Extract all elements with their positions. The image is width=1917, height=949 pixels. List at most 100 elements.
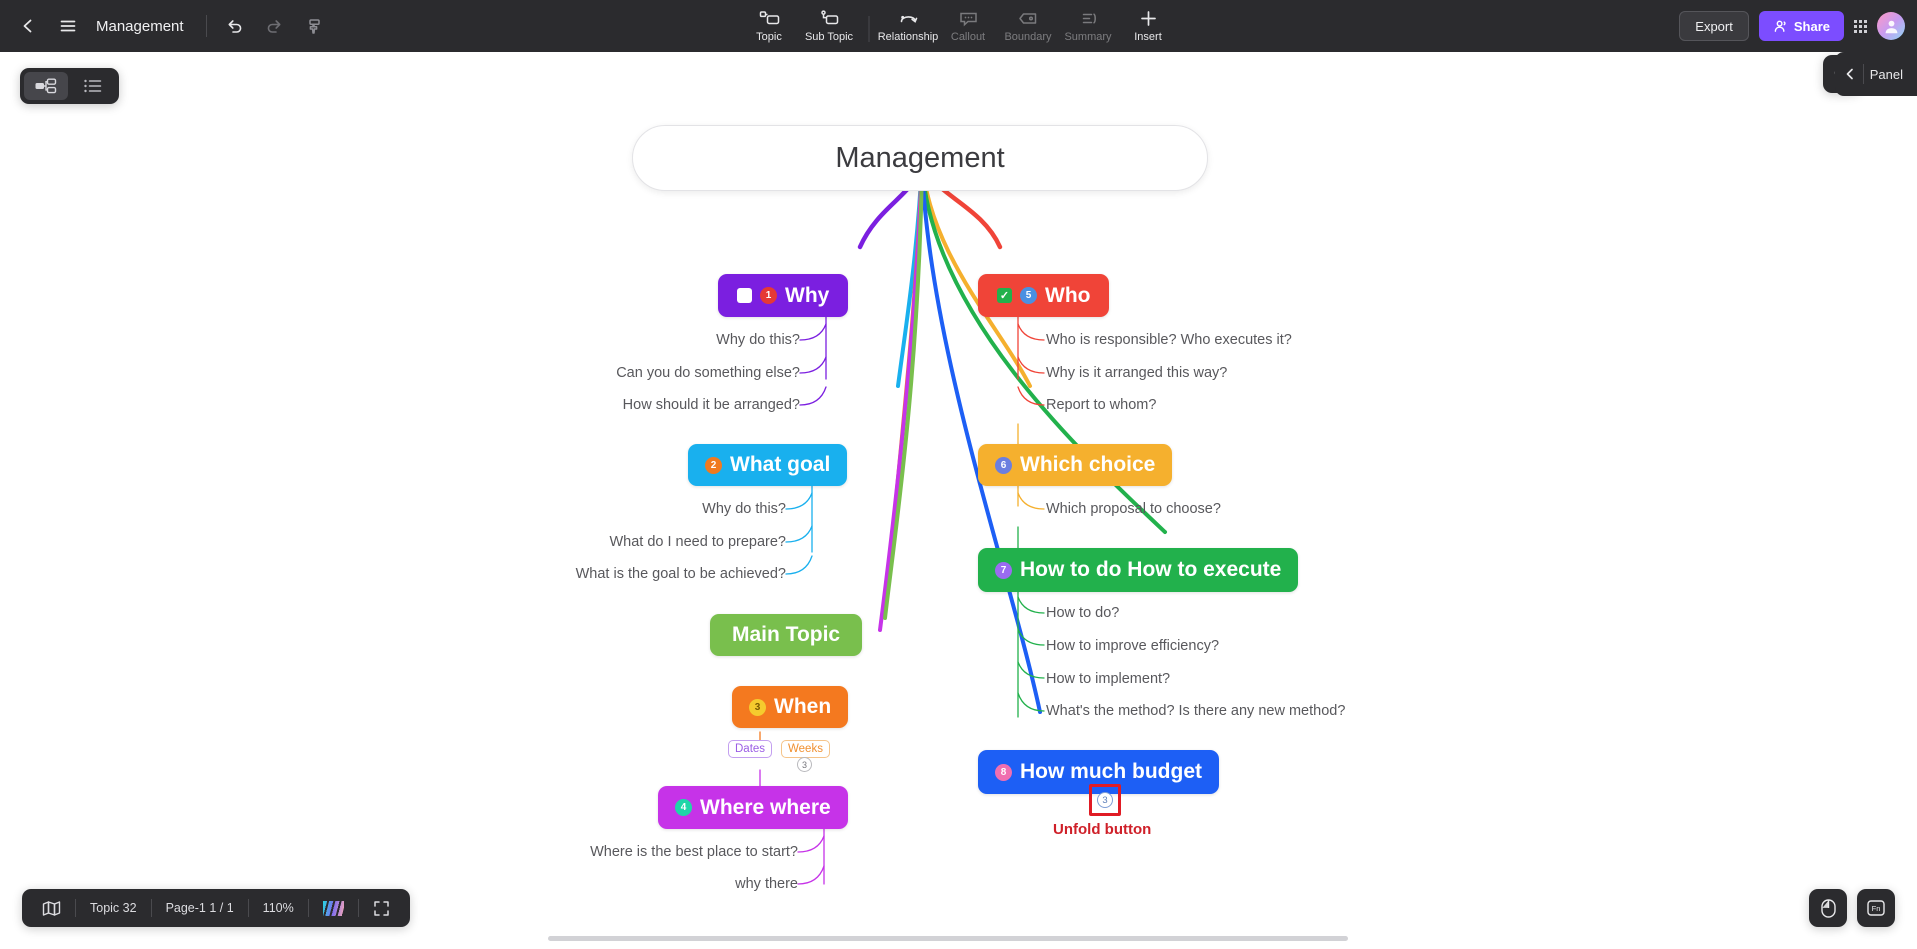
tool-insert[interactable]: Insert: [1118, 0, 1178, 52]
outline-view-button[interactable]: [71, 72, 115, 100]
fullscreen-button[interactable]: [359, 900, 404, 917]
node-who-label: Who: [1045, 283, 1091, 307]
how-much-budget-badge: 8: [995, 763, 1012, 781]
node-when[interactable]: 3 When: [732, 686, 849, 728]
share-label: Share: [1793, 18, 1830, 34]
node-how-to-do[interactable]: 7 How to do How to execute: [978, 548, 1299, 592]
where-where-badge: 4: [675, 799, 692, 816]
node-main-topic[interactable]: Main Topic: [710, 614, 863, 656]
format-painter-button[interactable]: [295, 6, 335, 46]
node-which-choice[interactable]: 6 Which choice: [978, 444, 1173, 486]
undo-button[interactable]: [215, 6, 255, 46]
panel-collapse-tab[interactable]: Panel: [1834, 52, 1917, 96]
who-badge: 5: [1020, 287, 1037, 304]
mouse-shortcuts-button[interactable]: [1809, 889, 1847, 927]
leaf-which-0[interactable]: Which proposal to choose?: [1046, 501, 1221, 517]
zoom-level[interactable]: 110%: [249, 901, 308, 915]
fn-key-icon: Fn: [1867, 900, 1885, 916]
leaf-why-1[interactable]: Can you do something else?: [560, 365, 800, 381]
theme-gradient-icon: [322, 900, 344, 916]
back-button[interactable]: [8, 6, 48, 46]
leaf-goal-0[interactable]: Why do this?: [616, 501, 786, 517]
leaf-why-0[interactable]: Why do this?: [630, 332, 800, 348]
tool-summary[interactable]: Summary: [1058, 0, 1118, 52]
node-when-label: When: [774, 695, 832, 718]
root-node-label: Management: [835, 141, 1005, 174]
tool-boundary[interactable]: Boundary: [998, 0, 1058, 52]
grid-apps-icon[interactable]: [1854, 19, 1867, 33]
horizontal-scrollbar[interactable]: [548, 936, 1348, 941]
node-who[interactable]: ✓ 5 Who: [978, 274, 1110, 317]
mindmap-canvas[interactable]: Management 1 Why Why do this? Can you do…: [0, 52, 1917, 949]
theme-button[interactable]: [309, 900, 358, 916]
who-checkbox[interactable]: ✓: [997, 288, 1012, 303]
tool-relationship[interactable]: Relationship: [878, 0, 938, 52]
leaf-why-2[interactable]: How should it be arranged?: [560, 397, 800, 413]
leaf-where-1[interactable]: why there: [598, 876, 798, 892]
tool-sub-topic-label: Sub Topic: [804, 31, 854, 43]
why-checkbox[interactable]: [737, 288, 752, 303]
tag-weeks-label: Weeks: [788, 743, 823, 755]
redo-button[interactable]: [255, 6, 295, 46]
toolbar-left-group: Management: [0, 6, 335, 46]
leaf-how-0[interactable]: How to do?: [1046, 605, 1119, 621]
tool-divider: [868, 16, 869, 42]
app-root: Management Topic Sub Topic Relationship …: [0, 0, 1917, 949]
toolbar-center-tools: Topic Sub Topic Relationship Callout Bou…: [739, 0, 1178, 52]
map-overview-button[interactable]: [28, 900, 75, 917]
tool-callout[interactable]: Callout: [938, 0, 998, 52]
tag-dates[interactable]: Dates: [728, 740, 773, 758]
node-main-topic-label: Main Topic: [732, 623, 841, 646]
tool-topic[interactable]: Topic: [739, 0, 799, 52]
fn-shortcuts-button[interactable]: Fn: [1857, 889, 1895, 927]
avatar[interactable]: [1877, 12, 1905, 40]
node-how-to-do-label: How to do How to execute: [1020, 558, 1282, 581]
leaf-where-0[interactable]: Where is the best place to start?: [528, 844, 798, 860]
annotation-label: Unfold button: [1053, 821, 1152, 838]
why-badge: 1: [760, 287, 777, 304]
tool-boundary-label: Boundary: [1004, 31, 1052, 43]
node-which-choice-label: Which choice: [1020, 453, 1156, 476]
leaf-who-2[interactable]: Report to whom?: [1046, 397, 1156, 413]
which-choice-badge: 6: [995, 456, 1012, 474]
leaf-how-1[interactable]: How to improve efficiency?: [1046, 638, 1219, 654]
when-badge: 3: [749, 698, 766, 716]
leaf-goal-2[interactable]: What is the goal to be achieved?: [526, 566, 786, 582]
tool-relationship-label: Relationship: [877, 31, 939, 43]
topic-count[interactable]: Topic 32: [76, 901, 151, 915]
node-what-goal[interactable]: 2 What goal: [688, 444, 848, 486]
tool-summary-label: Summary: [1064, 31, 1112, 43]
what-goal-badge: 2: [705, 456, 722, 474]
chevron-left-icon: [1846, 68, 1853, 80]
node-why[interactable]: 1 Why: [718, 274, 849, 317]
share-button[interactable]: Share: [1758, 11, 1844, 41]
page-indicator[interactable]: Page-1 1 / 1: [152, 901, 248, 915]
leaf-how-3[interactable]: What's the method? Is there any new meth…: [1046, 703, 1345, 719]
leaf-how-2[interactable]: How to implement?: [1046, 671, 1170, 687]
map-overview-icon: [42, 900, 61, 916]
leaf-who-0[interactable]: Who is responsible? Who executes it?: [1046, 332, 1292, 348]
node-how-much-budget-label: How much budget: [1020, 760, 1202, 783]
mindmap-view-button[interactable]: [24, 72, 68, 100]
weeks-count-badge[interactable]: 3: [797, 757, 812, 772]
leaf-who-1[interactable]: Why is it arranged this way?: [1046, 365, 1227, 381]
toolbar-divider: [205, 15, 207, 37]
toolbar-right-group: Export Share: [1679, 11, 1905, 41]
tag-weeks[interactable]: Weeks: [781, 740, 830, 758]
hamburger-menu-button[interactable]: [48, 6, 88, 46]
tool-callout-label: Callout: [950, 31, 986, 43]
leaf-goal-1[interactable]: What do I need to prepare?: [546, 534, 786, 550]
root-node: Management: [632, 125, 1208, 191]
mouse-icon: [1820, 898, 1836, 918]
node-where-where-label: Where where: [700, 795, 831, 819]
panel-label: Panel: [1869, 66, 1903, 82]
how-to-do-badge: 7: [995, 561, 1012, 579]
top-toolbar: Management Topic Sub Topic Relationship …: [0, 0, 1917, 52]
panel-tab-divider: [1862, 64, 1864, 84]
tool-sub-topic[interactable]: Sub Topic: [799, 0, 859, 52]
export-button[interactable]: Export: [1679, 11, 1749, 41]
tool-topic-label: Topic: [756, 31, 782, 43]
document-title[interactable]: Management: [96, 18, 184, 35]
annotation-highlight-box: [1089, 784, 1121, 816]
node-where-where[interactable]: 4 Where where: [658, 786, 848, 829]
